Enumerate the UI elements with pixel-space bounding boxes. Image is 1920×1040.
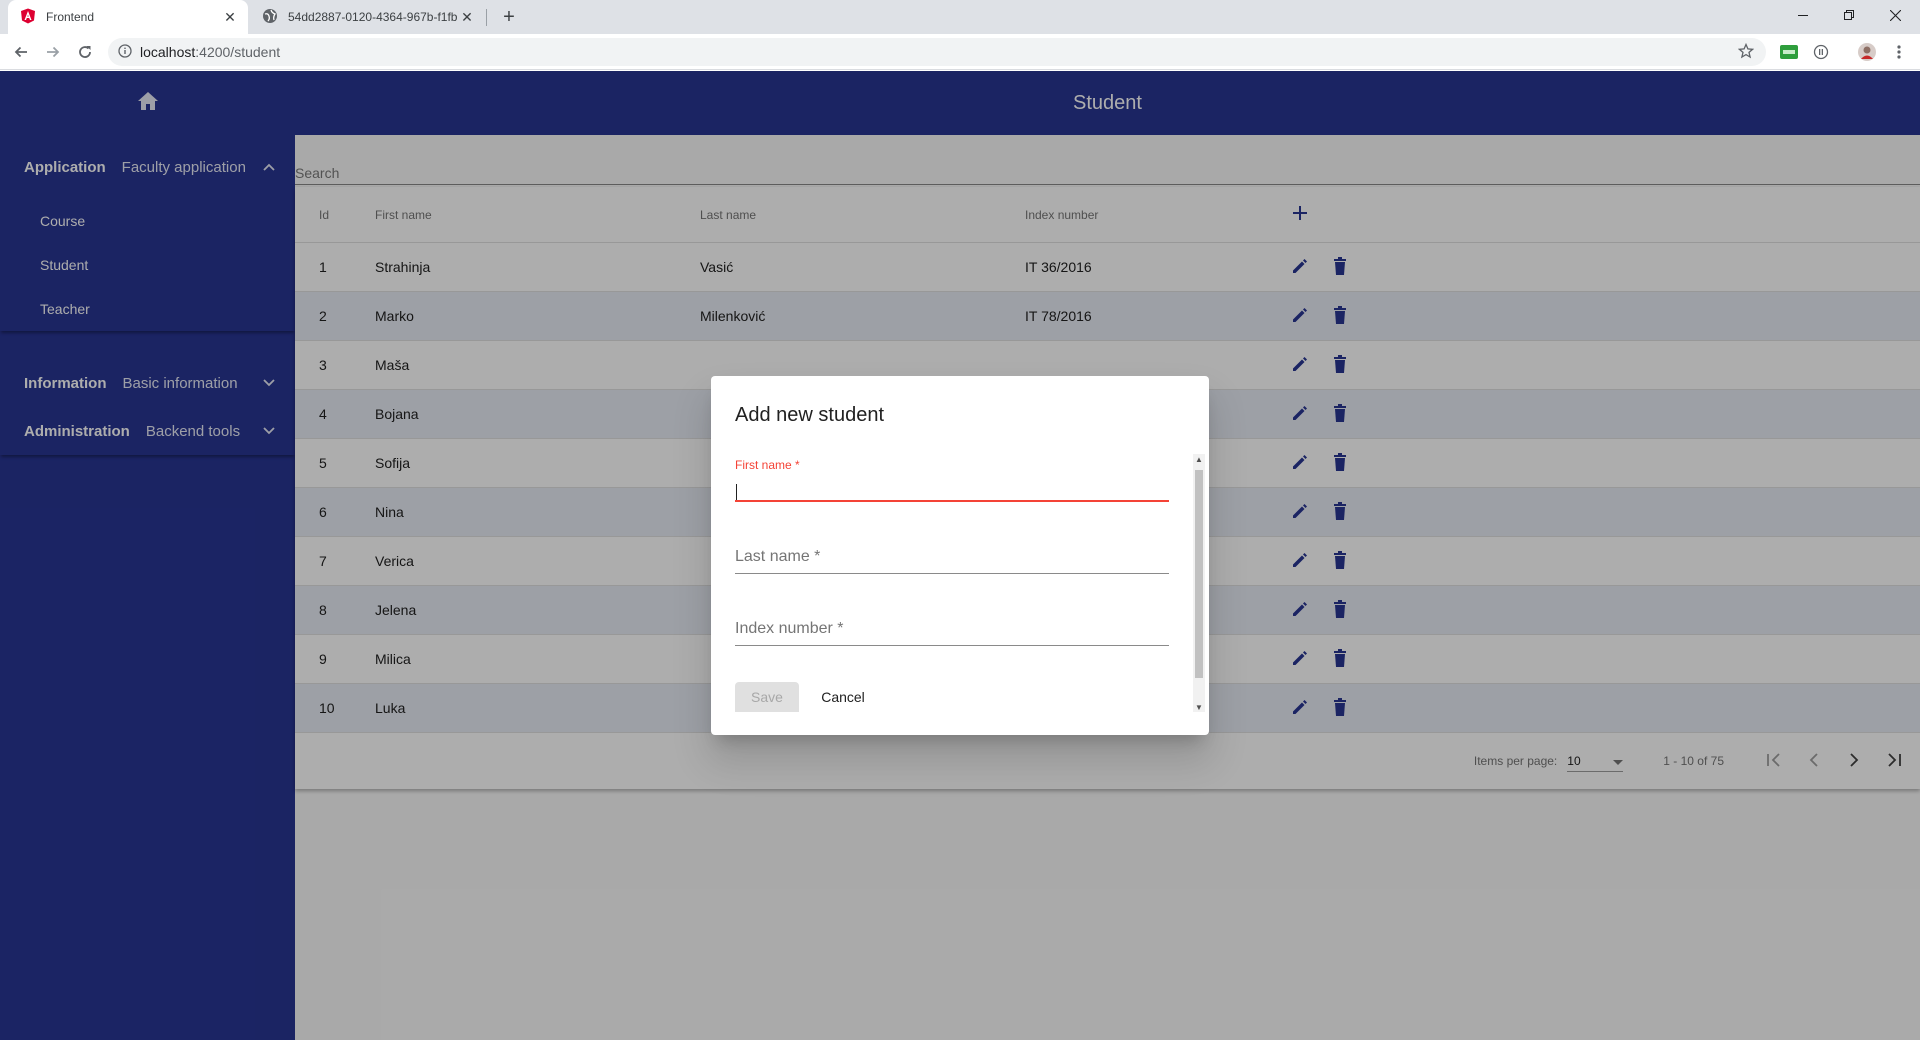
address-path: :4200/student	[195, 44, 281, 60]
new-tab-button[interactable]: +	[498, 6, 520, 28]
index-number-field[interactable]: Index number *	[735, 620, 1169, 646]
minimize-button[interactable]	[1780, 0, 1826, 30]
field-underline	[735, 645, 1169, 646]
scrollbar-thumb[interactable]	[1195, 470, 1203, 678]
tab-separator	[486, 9, 487, 26]
close-icon[interactable]: ✕	[459, 9, 475, 25]
forward-button[interactable]	[40, 39, 66, 65]
browser-tab-title: 54dd2887-0120-4364-967b-f1fb	[288, 10, 458, 24]
scroll-down-arrow-icon[interactable]: ▼	[1195, 702, 1203, 712]
first-name-label: First name *	[735, 458, 800, 472]
last-name-field[interactable]: Last name *	[735, 548, 1169, 574]
info-icon[interactable]	[118, 43, 132, 61]
scroll-up-arrow-icon[interactable]: ▲	[1195, 454, 1203, 464]
address-host: localhost	[140, 44, 196, 60]
menu-dots-icon[interactable]	[1888, 41, 1910, 63]
text-cursor	[736, 484, 737, 500]
index-number-label: Index number *	[735, 620, 844, 637]
field-underline	[735, 573, 1169, 574]
angular-icon	[20, 8, 36, 27]
last-name-label: Last name *	[735, 548, 821, 565]
field-underline	[735, 500, 1169, 502]
star-icon[interactable]	[1737, 42, 1755, 62]
cancel-button[interactable]: Cancel	[813, 682, 873, 712]
browser-tab-strip: Frontend ✕ 54dd2887-0120-4364-967b-f1fb …	[0, 0, 1920, 34]
browser-tab-title: Frontend	[46, 10, 95, 24]
browser-tab-frontend[interactable]: Frontend ✕	[8, 0, 248, 34]
address-bar[interactable]: localhost:4200/student	[108, 38, 1766, 66]
dialog-scrollbar[interactable]: ▲ ▼	[1193, 454, 1205, 712]
reload-button[interactable]	[72, 39, 98, 65]
globe-icon	[262, 8, 278, 27]
save-button[interactable]: Save	[735, 682, 799, 712]
back-button[interactable]	[8, 39, 34, 65]
add-student-dialog: Add new student First name * Last name *…	[711, 376, 1209, 735]
cors-extension-icon[interactable]	[1778, 41, 1800, 63]
first-name-field[interactable]: First name *	[735, 458, 1169, 502]
dialog-title: Add new student	[735, 404, 884, 426]
browser-toolbar: localhost:4200/student	[0, 34, 1920, 70]
restore-button[interactable]	[1826, 0, 1872, 30]
extension-icon[interactable]	[1810, 41, 1832, 63]
close-icon[interactable]: ✕	[222, 9, 238, 25]
profile-avatar[interactable]	[1856, 41, 1878, 63]
browser-tab-guid[interactable]: 54dd2887-0120-4364-967b-f1fb ✕	[250, 0, 485, 34]
close-window-button[interactable]	[1872, 0, 1918, 30]
